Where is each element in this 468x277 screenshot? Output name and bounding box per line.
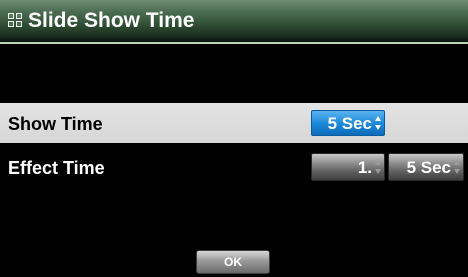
- arrow-down-icon[interactable]: [375, 169, 381, 174]
- arrow-down-icon[interactable]: [375, 125, 381, 130]
- effect-time-spinner-first[interactable]: 1.: [311, 153, 385, 181]
- spinner-arrows-icon[interactable]: [374, 158, 382, 178]
- arrow-down-icon[interactable]: [454, 169, 460, 174]
- show-time-value: 5 Sec: [327, 114, 372, 133]
- arrow-up-icon[interactable]: [375, 160, 381, 165]
- spinner-arrows-icon[interactable]: [374, 114, 382, 134]
- ok-button[interactable]: OK: [196, 250, 270, 274]
- dialog-title: Slide Show Time: [28, 9, 195, 32]
- show-time-label: Show Time: [8, 114, 103, 134]
- effect-time-label: Effect Time: [8, 158, 105, 178]
- spinner-arrows-icon[interactable]: [453, 158, 461, 178]
- show-time-spinner[interactable]: 5 Sec: [311, 110, 385, 136]
- grid-icon: [8, 13, 24, 29]
- arrow-up-icon[interactable]: [454, 160, 460, 165]
- effect-time-value-first: 1.: [357, 158, 372, 177]
- slide-show-time-dialog: Slide Show Time Show Time 5 Sec Effect T…: [0, 0, 468, 277]
- arrow-up-icon[interactable]: [375, 116, 381, 121]
- show-time-row[interactable]: Show Time: [0, 103, 468, 143]
- effect-time-value-second: 5 Sec: [406, 158, 451, 177]
- dialog-title-bar: Slide Show Time: [0, 0, 468, 44]
- effect-time-spinner-second[interactable]: 5 Sec: [388, 153, 464, 181]
